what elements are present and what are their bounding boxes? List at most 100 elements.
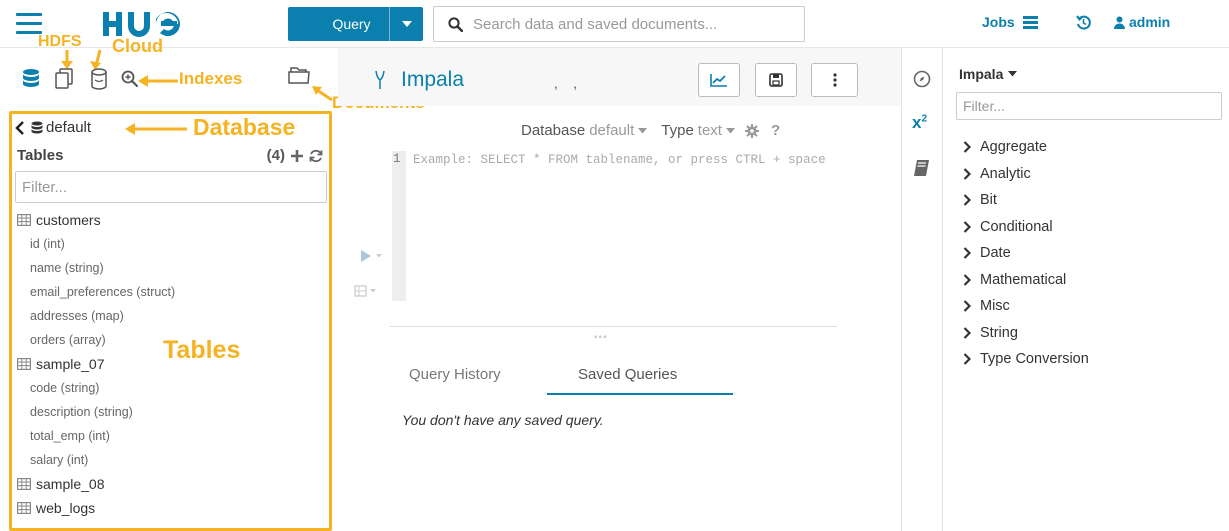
function-category-item[interactable]: Date [963, 240, 1089, 267]
more-actions-button[interactable] [811, 63, 858, 97]
function-category-label: Aggregate [980, 139, 1047, 156]
function-category-item[interactable]: String [963, 320, 1089, 347]
add-table-icon[interactable] [291, 149, 303, 162]
function-category-label: Analytic [980, 165, 1031, 182]
empty-saved-queries-message: You don't have any saved query. [402, 412, 604, 428]
table-item[interactable]: web_logs [17, 496, 317, 520]
column-item[interactable]: email_preferences (struct) [17, 280, 317, 304]
hamburger-menu-icon[interactable] [16, 13, 42, 35]
function-category-label: String [980, 324, 1018, 341]
right-assist-rail: x2 [901, 48, 943, 531]
line-chart-icon [710, 74, 727, 87]
username-label: admin [1129, 14, 1171, 30]
editor-results-divider[interactable] [390, 326, 837, 327]
function-category-item[interactable]: Bit [963, 187, 1089, 214]
type-label: Type [661, 122, 694, 139]
table-name: customers [36, 212, 101, 228]
function-category-item[interactable]: Misc [963, 293, 1089, 320]
type-dropdown[interactable]: text [698, 122, 722, 139]
function-category-label: Conditional [980, 218, 1053, 235]
documents-folder-icon[interactable] [287, 65, 311, 85]
cloud-storage-icon[interactable] [89, 68, 109, 90]
function-category-item[interactable]: Analytic [963, 161, 1089, 188]
database-icon [31, 121, 43, 133]
table-item[interactable]: customers [17, 208, 317, 232]
user-icon [1114, 16, 1125, 29]
tab-query-history[interactable]: Query History [409, 366, 501, 383]
editor-name-placeholder[interactable]: , , [554, 76, 583, 91]
resize-handle[interactable]: ▪▪▪ [594, 332, 608, 343]
table-icon [17, 502, 31, 514]
column-item[interactable]: code (string) [17, 376, 317, 400]
language-reference-book-icon[interactable] [913, 159, 931, 177]
indexes-search-icon[interactable] [121, 70, 139, 88]
save-button[interactable] [755, 63, 797, 97]
function-category-item[interactable]: Conditional [963, 214, 1089, 241]
database-icon[interactable] [22, 68, 40, 90]
chevron-right-icon [963, 247, 971, 260]
tab-saved-queries[interactable]: Saved Queries [578, 366, 677, 383]
functions-icon[interactable]: x2 [912, 113, 927, 133]
function-category-label: Date [980, 245, 1011, 262]
chart-button[interactable] [698, 63, 740, 97]
annotation-indexes-arrow [138, 75, 178, 87]
chevron-right-icon [963, 220, 971, 233]
database-selector[interactable]: default [15, 119, 91, 136]
function-category-item[interactable]: Type Conversion [963, 346, 1089, 373]
column-item[interactable]: addresses (map) [17, 304, 317, 328]
function-category-list: Aggregate Analytic Bit Conditional Date Mathe… [963, 134, 1089, 373]
hdfs-files-icon[interactable] [54, 68, 74, 90]
functions-dialect-selector[interactable]: Impala [959, 66, 1018, 82]
search-input[interactable] [473, 15, 793, 33]
function-category-item[interactable]: Aggregate [963, 134, 1089, 161]
tables-actions: (4) [267, 147, 323, 164]
help-icon[interactable]: ? [771, 122, 780, 139]
function-category-label: Type Conversion [980, 351, 1089, 368]
column-item[interactable]: total_emp (int) [17, 424, 317, 448]
database-label: Database [521, 122, 586, 139]
column-item[interactable]: salary (int) [17, 448, 317, 472]
chevron-right-icon [963, 326, 971, 339]
table-name: sample_08 [36, 476, 105, 492]
column-item[interactable]: id (int) [17, 232, 317, 256]
tables-header: Tables [17, 147, 64, 164]
back-chevron-icon[interactable] [15, 120, 25, 135]
run-query-icon[interactable] [361, 250, 383, 262]
functions-filter-input[interactable] [956, 92, 1222, 120]
tables-filter-input[interactable] [15, 171, 327, 203]
chevron-down-icon[interactable] [725, 127, 735, 134]
chevron-down-icon[interactable] [638, 127, 648, 134]
refresh-icon[interactable] [309, 149, 323, 163]
impala-icon [375, 70, 385, 89]
table-item[interactable]: sample_08 [17, 472, 317, 496]
format-icon[interactable] [354, 284, 378, 298]
user-menu[interactable]: admin [1114, 14, 1170, 30]
function-category-label: Misc [980, 298, 1010, 315]
editor-gutter [392, 151, 406, 301]
table-icon [17, 358, 31, 370]
settings-gear-icon[interactable] [744, 123, 759, 138]
compass-icon[interactable] [913, 70, 931, 88]
chevron-right-icon [963, 194, 971, 207]
function-category-item[interactable]: Mathematical [963, 267, 1089, 294]
database-dropdown[interactable]: default [589, 122, 634, 139]
query-button[interactable]: Query [288, 7, 423, 41]
table-name: sample_07 [36, 356, 105, 372]
functions-panel: Impala Aggregate Analytic Bit Conditional Da… [943, 48, 1229, 531]
annotation-database-arrow [125, 123, 187, 135]
global-search[interactable] [433, 6, 805, 42]
functions-dialect-label: Impala [959, 66, 1004, 82]
function-category-label: Mathematical [980, 271, 1067, 288]
column-item[interactable]: description (string) [17, 400, 317, 424]
editor-title: Impala [375, 68, 464, 92]
editor-placeholder[interactable]: Example: SELECT * FROM tablename, or pre… [413, 152, 843, 169]
column-item[interactable]: name (string) [17, 256, 317, 280]
history-icon[interactable] [1076, 15, 1091, 30]
function-category-label: Bit [980, 192, 997, 209]
jobs-button[interactable]: Jobs [982, 14, 1038, 30]
chevron-right-icon [963, 353, 971, 366]
query-dropdown-caret-icon[interactable] [389, 7, 423, 41]
more-vertical-icon [832, 73, 837, 87]
line-number: 1 [393, 152, 401, 166]
chevron-down-icon [1008, 71, 1018, 77]
